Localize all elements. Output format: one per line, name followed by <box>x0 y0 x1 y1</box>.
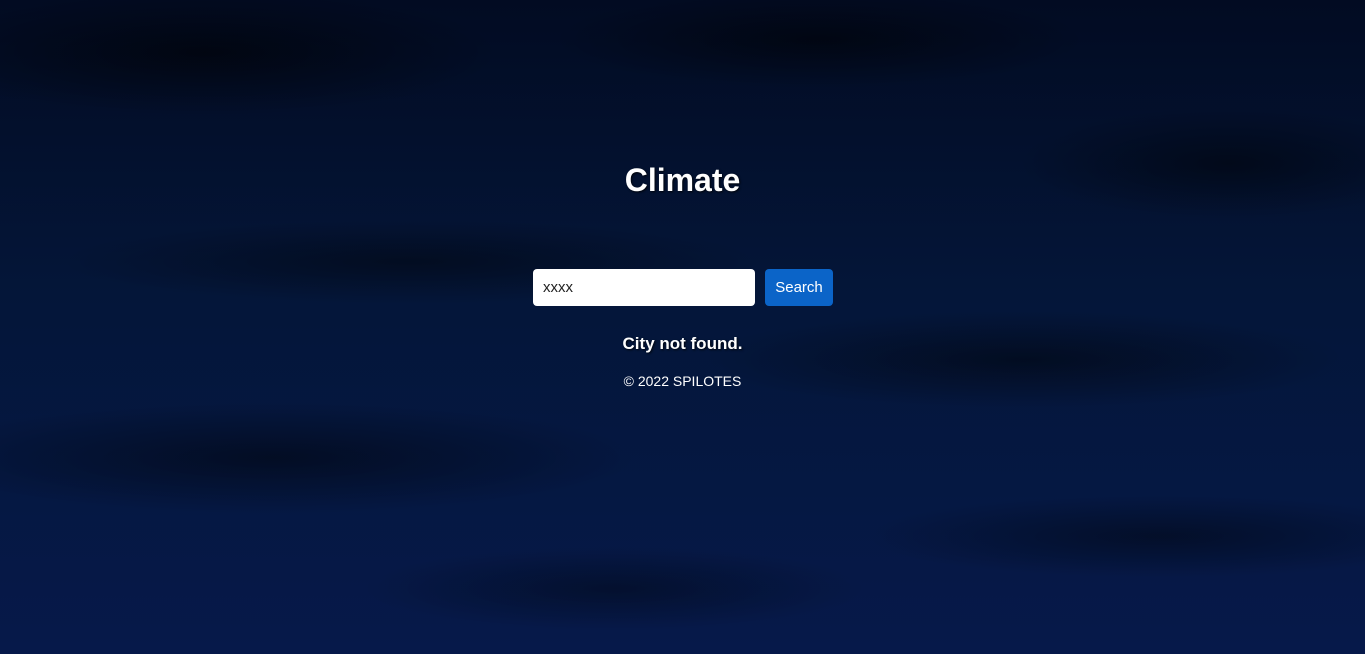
page: Climate Search City not found. © 2022 SP… <box>0 0 1365 654</box>
footer-copyright: © 2022 SPILOTES <box>623 373 742 389</box>
search-form: Search <box>533 269 833 306</box>
city-search-input[interactable] <box>533 269 755 306</box>
page-title: Climate <box>624 162 741 198</box>
search-button[interactable]: Search <box>765 269 833 306</box>
status-message: City not found. <box>622 334 743 353</box>
